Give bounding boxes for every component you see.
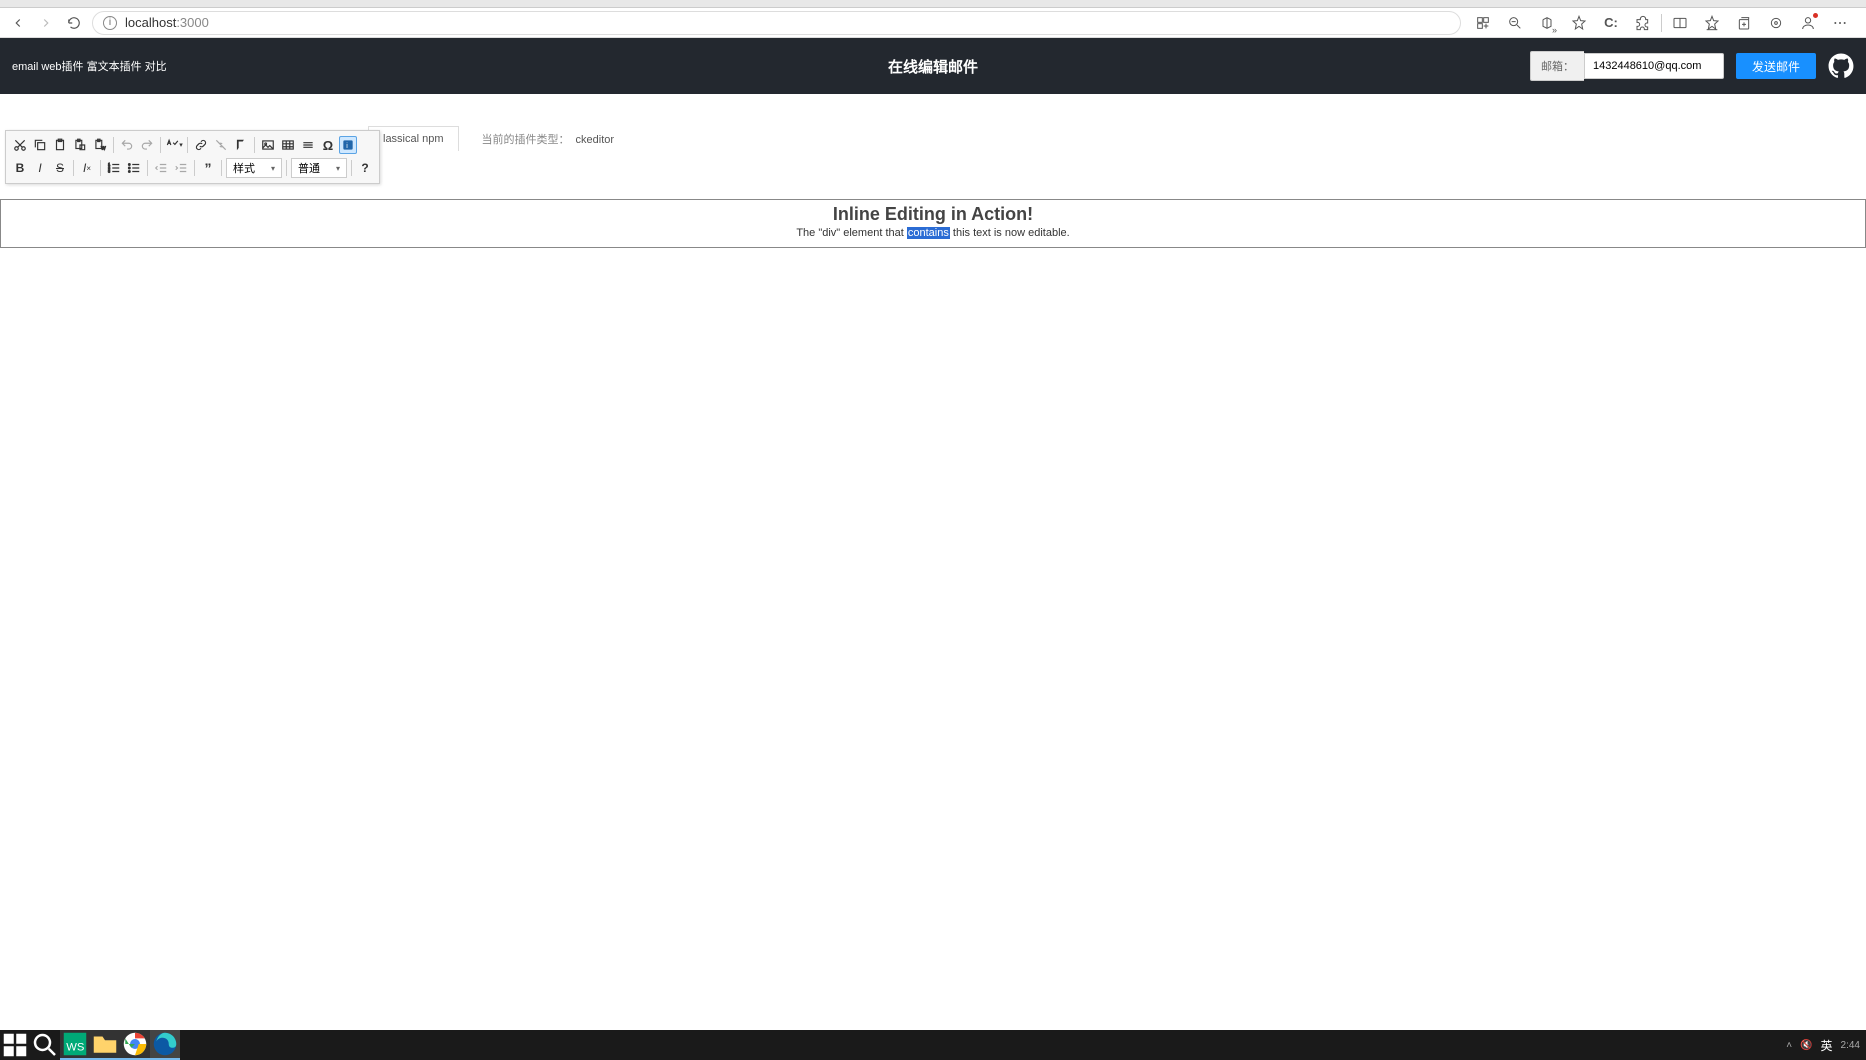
c-extension-icon[interactable]: C: (1597, 11, 1625, 35)
anchor-icon[interactable] (232, 136, 250, 154)
style-dropdown[interactable]: 样式 (226, 158, 282, 178)
link-icon[interactable] (192, 136, 210, 154)
copy-icon[interactable] (31, 136, 49, 154)
remove-format-icon[interactable]: I× (78, 159, 96, 177)
italic-icon[interactable]: I (31, 159, 49, 177)
editor-content[interactable]: Inline Editing in Action! The "div" elem… (0, 199, 1866, 248)
editor-paragraph[interactable]: The "div" element that contains this tex… (1, 227, 1865, 239)
app-header: email web插件 富文本插件 对比 在线编辑邮件 邮箱： 发送邮件 (0, 38, 1866, 94)
table-icon[interactable] (279, 136, 297, 154)
separator (147, 160, 148, 176)
separator (187, 137, 188, 153)
taskbar-app-explorer[interactable] (90, 1030, 120, 1060)
ime-indicator[interactable]: 英 (1821, 1037, 1833, 1054)
cut-icon[interactable] (11, 136, 29, 154)
back-button[interactable] (8, 13, 28, 33)
editor-heading[interactable]: Inline Editing in Action! (1, 204, 1865, 225)
browser-nav-bar: i localhost:3000 » C: (0, 8, 1866, 38)
separator (113, 137, 114, 153)
address-bar[interactable]: i localhost:3000 (92, 11, 1461, 35)
separator (254, 137, 255, 153)
paste-icon[interactable] (51, 136, 69, 154)
bulleted-list-icon[interactable] (125, 159, 143, 177)
format-dropdown[interactable]: 普通 (291, 158, 347, 178)
ckeditor-toolbar: W ▾ Ω i B I S I× 123 ” 样式 普通 ? (5, 130, 380, 184)
forward-button[interactable] (36, 13, 56, 33)
favorite-icon[interactable] (1565, 11, 1593, 35)
search-icon[interactable] (30, 1030, 60, 1060)
zoom-out-icon[interactable] (1501, 11, 1529, 35)
special-char-icon[interactable]: Ω (319, 136, 337, 154)
paste-word-icon[interactable]: W (91, 136, 109, 154)
taskbar-app-webstorm[interactable]: WS (60, 1030, 90, 1060)
outdent-icon[interactable] (152, 159, 170, 177)
email-label: 邮箱： (1530, 51, 1584, 81)
site-info-icon[interactable]: i (103, 16, 117, 30)
app-subtitle: email web插件 富文本插件 对比 (12, 58, 167, 74)
start-button[interactable] (0, 1030, 30, 1060)
favorites-list-icon[interactable] (1698, 11, 1726, 35)
image-icon[interactable] (259, 136, 277, 154)
numbered-list-icon[interactable]: 123 (105, 159, 123, 177)
spellcheck-icon[interactable]: ▾ (165, 136, 183, 154)
tab-classical-npm[interactable]: lassical npm (368, 126, 459, 151)
extension-icon[interactable] (1629, 11, 1657, 35)
separator (351, 160, 352, 176)
browser-actions: » C: (1469, 11, 1858, 35)
plugin-type-info: 当前的插件类型：ckeditor (482, 131, 615, 147)
email-field-group: 邮箱： (1530, 51, 1724, 81)
profile-icon[interactable] (1794, 11, 1822, 35)
separator (286, 160, 287, 176)
send-button[interactable]: 发送邮件 (1736, 53, 1816, 79)
bold-icon[interactable]: B (11, 159, 29, 177)
unlink-icon[interactable] (212, 136, 230, 154)
separator (73, 160, 74, 176)
reload-button[interactable] (64, 13, 84, 33)
system-tray: ˄ 🔇 英 2:44 (1786, 1037, 1866, 1054)
separator (194, 160, 195, 176)
svg-text:W: W (101, 146, 106, 151)
read-aloud-icon[interactable]: » (1533, 11, 1561, 35)
separator (221, 160, 222, 176)
tray-chevron-icon[interactable]: ˄ (1786, 1040, 1792, 1051)
undo-icon[interactable] (118, 136, 136, 154)
svg-text:3: 3 (108, 170, 110, 174)
redo-icon[interactable] (138, 136, 156, 154)
email-input[interactable] (1584, 53, 1724, 79)
split-screen-icon[interactable] (1666, 11, 1694, 35)
collections-icon[interactable] (1730, 11, 1758, 35)
paste-text-icon[interactable] (71, 136, 89, 154)
tray-volume-icon[interactable]: 🔇 (1800, 1040, 1812, 1051)
strike-icon[interactable]: S (51, 159, 69, 177)
browser-settings-icon[interactable] (1762, 11, 1790, 35)
plugin-tabs: lassical npm (368, 126, 458, 151)
app-title: 在线编辑邮件 (888, 56, 978, 77)
about-icon[interactable]: i (339, 136, 357, 154)
url-text: localhost:3000 (125, 15, 209, 30)
more-icon[interactable] (1826, 11, 1854, 35)
taskbar-app-edge[interactable] (150, 1030, 180, 1060)
tray-clock[interactable]: 2:44 (1841, 1040, 1860, 1051)
separator (100, 160, 101, 176)
extensions-icon[interactable] (1469, 11, 1497, 35)
browser-tab-strip (0, 0, 1866, 8)
windows-taskbar: WS ˄ 🔇 英 2:44 (0, 1030, 1866, 1060)
indent-icon[interactable] (172, 159, 190, 177)
svg-text:WS: WS (66, 1041, 84, 1053)
blockquote-icon[interactable]: ” (199, 159, 217, 177)
separator (160, 137, 161, 153)
github-icon[interactable] (1828, 53, 1854, 79)
taskbar-app-chrome[interactable] (120, 1030, 150, 1060)
hr-icon[interactable] (299, 136, 317, 154)
help-icon[interactable]: ? (356, 159, 374, 177)
divider (1661, 14, 1662, 32)
